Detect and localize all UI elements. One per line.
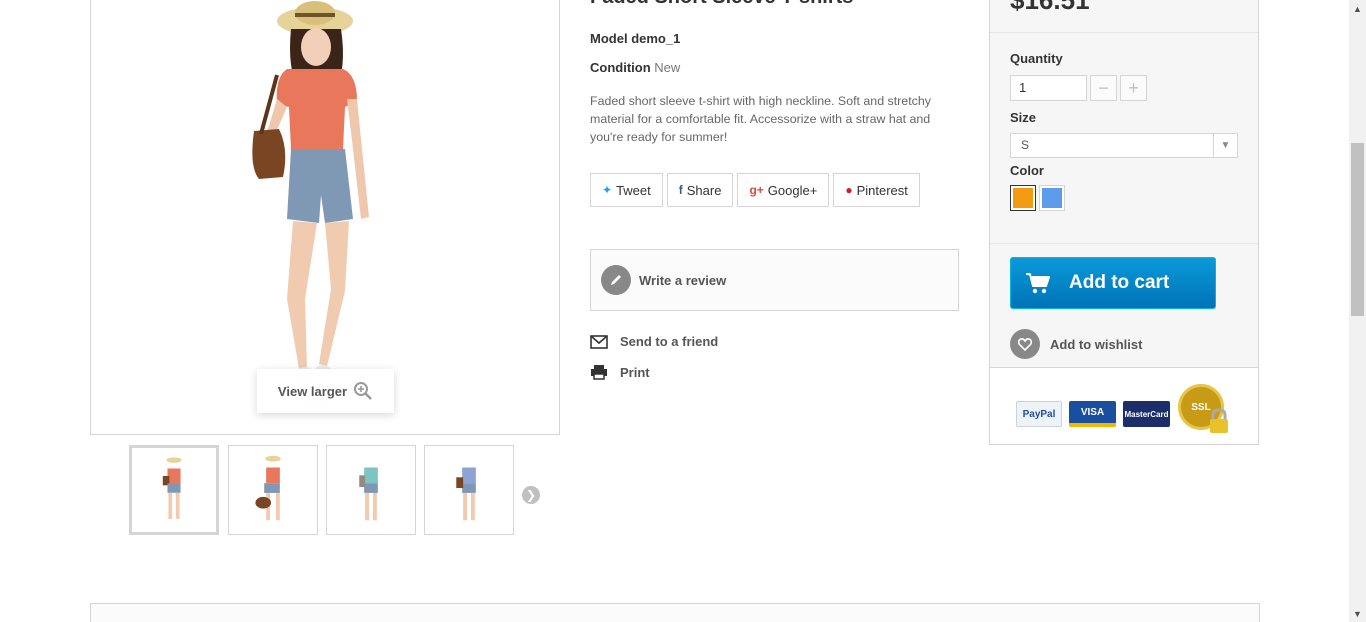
paypal-logo: PayPal <box>1016 401 1062 427</box>
size-select[interactable]: S ▼ <box>1010 133 1238 158</box>
view-larger-button[interactable]: View larger <box>257 369 394 413</box>
tweet-button[interactable]: ✦ Tweet <box>590 173 663 207</box>
heart-icon <box>1010 329 1040 359</box>
quantity-input[interactable]: 1 <box>1010 75 1087 101</box>
product-title: Faded Short Sleeve T-shirts <box>590 0 853 9</box>
product-price: $16.51 <box>1010 0 1090 15</box>
add-to-cart-label: Add to cart <box>1069 272 1170 293</box>
send-to-friend-link[interactable]: Send to a friend <box>590 334 718 349</box>
facebook-icon: f <box>678 183 683 197</box>
quantity-plus-button[interactable]: + <box>1120 75 1147 101</box>
write-review-button[interactable]: Write a review <box>590 249 959 311</box>
chevron-down-icon: ▼ <box>1213 134 1237 157</box>
mastercard-logo: MasterCard <box>1123 401 1170 427</box>
social-buttons: ✦ Tweet f Share g+ Google+ ● Pinterest <box>590 173 920 207</box>
tweet-label: Tweet <box>616 182 651 198</box>
payment-logos: PayPal VISA MasterCard SSL <box>990 367 1258 444</box>
visa-logo: VISA <box>1069 401 1116 427</box>
add-to-cart-button[interactable]: Add to cart <box>1010 257 1216 309</box>
print-label: Print <box>620 364 650 380</box>
quantity-label: Quantity <box>1010 51 1063 66</box>
thumbnail-image <box>255 455 281 521</box>
add-to-wishlist-link[interactable]: Add to wishlist <box>1010 329 1142 359</box>
view-larger-label: View larger <box>277 383 348 399</box>
model-line: Model demo_1 <box>590 31 680 46</box>
share-label: Share <box>686 182 722 198</box>
model-value: demo_1 <box>631 31 681 46</box>
thumbnail-4[interactable] <box>424 445 514 535</box>
scrollbar-thumb[interactable] <box>1351 143 1364 316</box>
pinterest-label: Pinterest <box>856 182 908 198</box>
color-label: Color <box>1010 163 1044 178</box>
quantity-minus-button[interactable]: − <box>1090 75 1117 101</box>
condition-value: New <box>654 60 681 75</box>
thumbnail-2[interactable] <box>228 445 318 535</box>
buy-box: $16.51 Quantity 1 − + Size S ▼ Color Add… <box>989 0 1259 445</box>
pinterest-icon: ● <box>845 183 853 197</box>
share-button[interactable]: f Share <box>666 173 734 207</box>
add-to-wishlist-label: Add to wishlist <box>1050 336 1143 352</box>
printer-icon <box>591 365 607 380</box>
google-plus-label: Google+ <box>767 182 818 198</box>
thumbnail-image <box>162 457 182 519</box>
price-band: $16.51 <box>990 0 1258 33</box>
google-plus-button[interactable]: g+ Google+ <box>737 173 830 207</box>
divider <box>990 243 1258 244</box>
twitter-icon: ✦ <box>602 183 613 197</box>
scroll-down-icon[interactable]: ▼ <box>1349 605 1366 622</box>
color-swatch-orange[interactable] <box>1010 185 1036 211</box>
scroll-up-icon[interactable]: ▲ <box>1349 0 1366 17</box>
thumbnail-image <box>359 467 378 521</box>
product-main-image[interactable]: View larger <box>90 0 560 435</box>
thumbnail-image <box>456 467 476 521</box>
thumbnail-next-icon[interactable]: ❯ <box>522 486 540 504</box>
model-label: Model <box>590 31 628 46</box>
thumbnail-3[interactable] <box>326 445 416 535</box>
send-to-friend-label: Send to a friend <box>620 334 719 349</box>
write-review-label: Write a review <box>639 272 727 288</box>
more-info-panel <box>90 603 1260 622</box>
scrollbar[interactable]: ▲ ▼ <box>1349 0 1366 622</box>
size-selected-value: S <box>1021 138 1030 152</box>
condition-line: Condition New <box>590 60 680 75</box>
color-swatch-blue[interactable] <box>1039 185 1065 211</box>
size-label: Size <box>1010 110 1037 125</box>
lock-icon <box>1210 408 1228 433</box>
thumbnail-1[interactable] <box>129 445 219 535</box>
envelope-icon <box>590 334 608 349</box>
condition-label: Condition <box>590 60 651 75</box>
pinterest-button[interactable]: ● Pinterest <box>833 173 920 207</box>
zoom-icon <box>354 382 372 400</box>
google-plus-icon: g+ <box>749 183 764 197</box>
product-description: Faded short sleeve t-shirt with high nec… <box>590 94 931 144</box>
print-link[interactable]: Print <box>590 364 650 380</box>
cart-icon <box>1026 273 1050 294</box>
pencil-icon <box>601 265 631 295</box>
